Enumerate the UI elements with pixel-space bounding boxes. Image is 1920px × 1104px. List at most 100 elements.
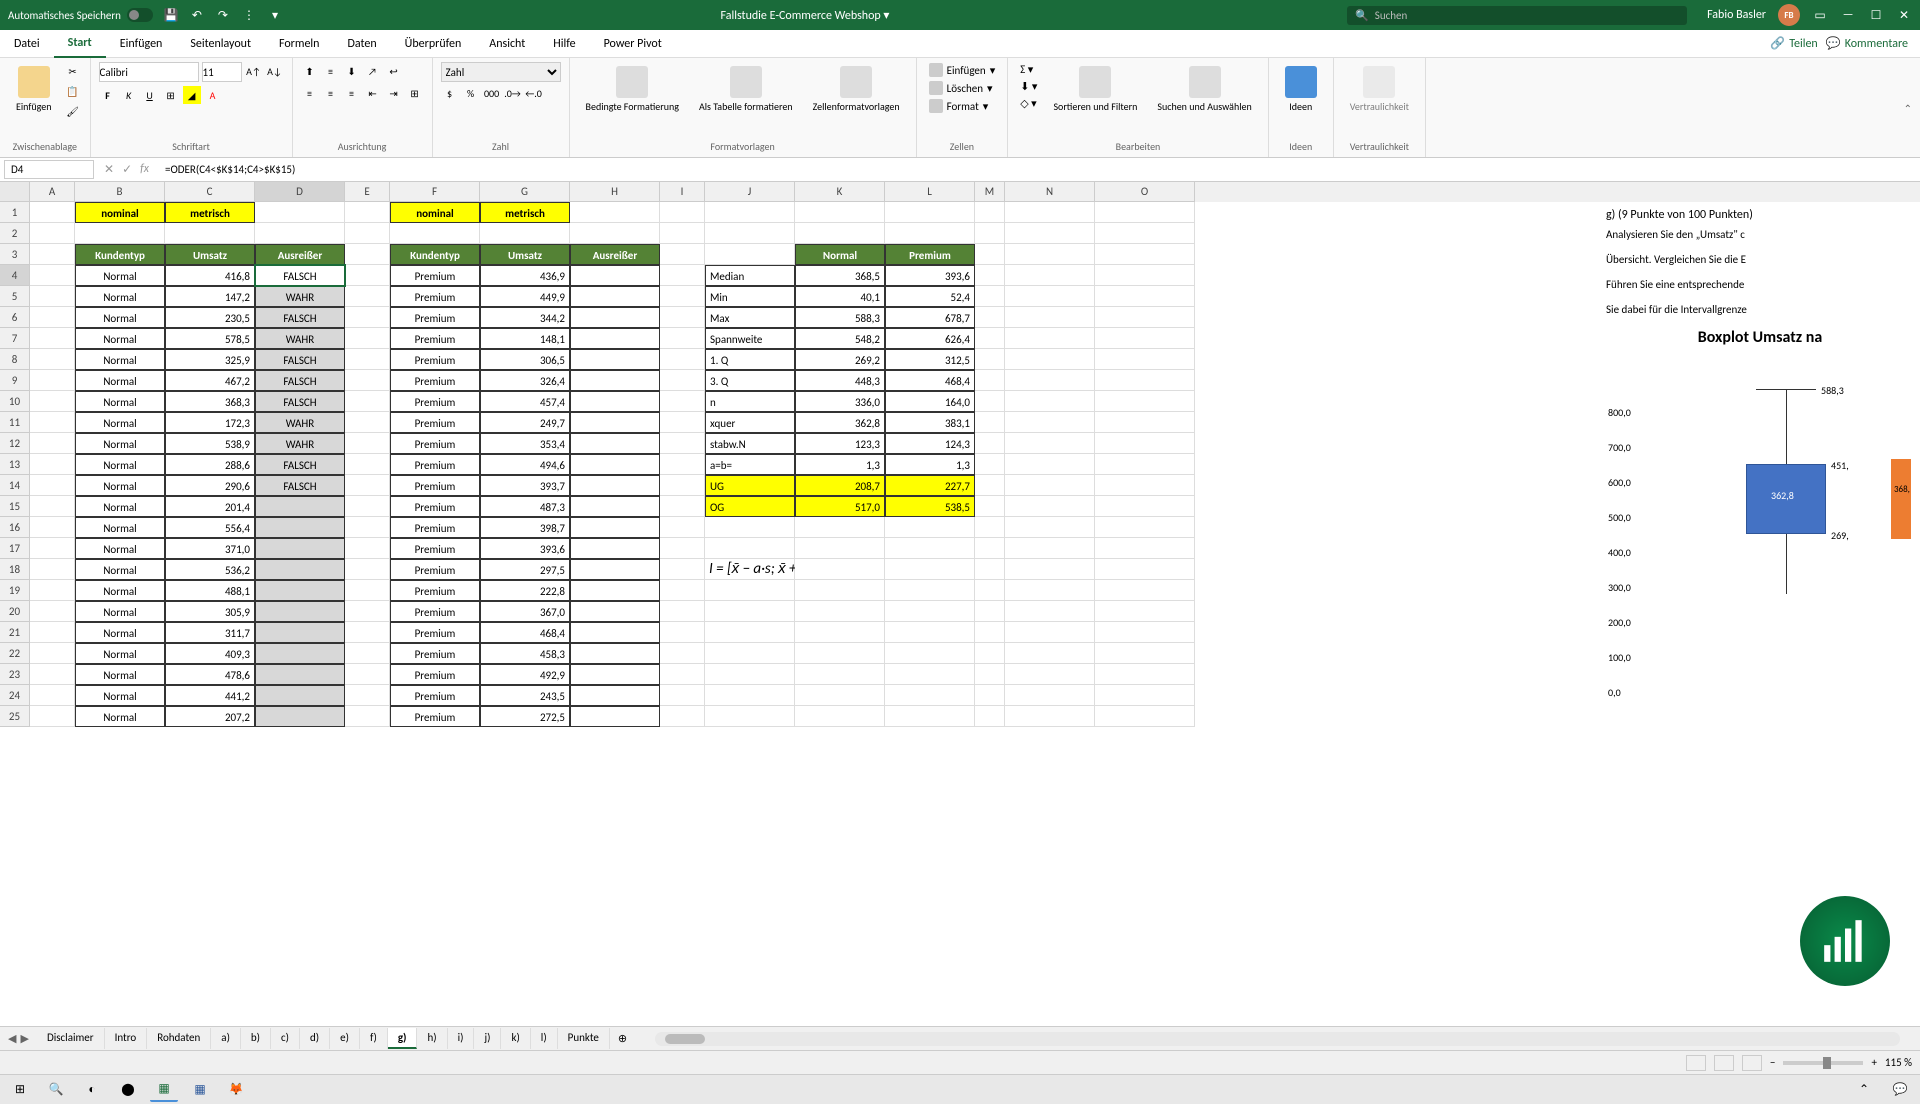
cell[interactable] bbox=[1095, 244, 1195, 265]
cell[interactable] bbox=[1095, 580, 1195, 601]
column-header[interactable]: J bbox=[705, 182, 795, 202]
cell[interactable]: Spannweite bbox=[705, 328, 795, 349]
cell[interactable] bbox=[975, 433, 1005, 454]
column-header[interactable]: G bbox=[480, 182, 570, 202]
cell[interactable]: 124,3 bbox=[885, 433, 975, 454]
decrease-font-icon[interactable]: A↓ bbox=[266, 62, 284, 80]
tray-chevron-icon[interactable]: ⌃ bbox=[1850, 1078, 1878, 1102]
cell[interactable]: Premium bbox=[390, 706, 480, 727]
cell[interactable] bbox=[1095, 601, 1195, 622]
page-layout-view-icon[interactable] bbox=[1714, 1055, 1734, 1071]
align-right-icon[interactable]: ≡ bbox=[343, 84, 361, 102]
cell[interactable]: 548,2 bbox=[795, 328, 885, 349]
cell[interactable] bbox=[975, 202, 1005, 223]
cell[interactable] bbox=[885, 538, 975, 559]
cell[interactable]: FALSCH bbox=[255, 349, 345, 370]
cell[interactable] bbox=[255, 517, 345, 538]
zoom-out-icon[interactable]: − bbox=[1770, 1056, 1775, 1069]
cell[interactable] bbox=[660, 349, 705, 370]
cell[interactable] bbox=[570, 286, 660, 307]
cell[interactable] bbox=[570, 559, 660, 580]
cell[interactable] bbox=[660, 664, 705, 685]
row-header[interactable]: 21 bbox=[0, 622, 30, 643]
cell[interactable] bbox=[570, 223, 660, 244]
undo-icon[interactable]: ↶ bbox=[189, 7, 205, 23]
row-header[interactable]: 4 bbox=[0, 265, 30, 286]
obs-icon[interactable]: ⬤ bbox=[114, 1078, 142, 1102]
cell[interactable] bbox=[795, 517, 885, 538]
normal-view-icon[interactable] bbox=[1686, 1055, 1706, 1071]
cell[interactable] bbox=[1005, 349, 1095, 370]
maximize-icon[interactable]: ☐ bbox=[1868, 7, 1884, 23]
sort-filter-button[interactable]: Sortieren und Filtern bbox=[1045, 62, 1145, 117]
cell[interactable]: Premium bbox=[390, 601, 480, 622]
cell[interactable]: metrisch bbox=[165, 202, 255, 223]
cell[interactable] bbox=[1095, 517, 1195, 538]
cell[interactable]: a=b= bbox=[705, 454, 795, 475]
cell[interactable]: Normal bbox=[75, 706, 165, 727]
cell[interactable] bbox=[570, 517, 660, 538]
cell[interactable] bbox=[345, 391, 390, 412]
column-header[interactable]: L bbox=[885, 182, 975, 202]
cell[interactable] bbox=[570, 685, 660, 706]
cell[interactable] bbox=[975, 223, 1005, 244]
cell[interactable] bbox=[975, 328, 1005, 349]
cell[interactable] bbox=[1095, 286, 1195, 307]
cell[interactable] bbox=[255, 622, 345, 643]
cell[interactable]: 306,5 bbox=[480, 349, 570, 370]
cell[interactable]: Normal bbox=[75, 328, 165, 349]
cell[interactable] bbox=[30, 223, 75, 244]
row-header[interactable]: 15 bbox=[0, 496, 30, 517]
cell[interactable] bbox=[705, 643, 795, 664]
cell[interactable] bbox=[1005, 328, 1095, 349]
cell[interactable]: 538,9 bbox=[165, 433, 255, 454]
cell[interactable] bbox=[795, 223, 885, 244]
cell[interactable] bbox=[1005, 265, 1095, 286]
cell[interactable] bbox=[975, 286, 1005, 307]
cell[interactable]: 40,1 bbox=[795, 286, 885, 307]
cell[interactable] bbox=[975, 706, 1005, 727]
cell[interactable]: Normal bbox=[75, 433, 165, 454]
cell[interactable]: Normal bbox=[75, 475, 165, 496]
cell[interactable]: Normal bbox=[75, 538, 165, 559]
cell[interactable]: Premium bbox=[390, 412, 480, 433]
cell[interactable]: Normal bbox=[75, 601, 165, 622]
cell[interactable] bbox=[660, 391, 705, 412]
column-header[interactable]: M bbox=[975, 182, 1005, 202]
cell[interactable]: 305,9 bbox=[165, 601, 255, 622]
format-painter-icon[interactable]: 🖌 bbox=[64, 102, 82, 120]
cell[interactable] bbox=[30, 517, 75, 538]
user-name[interactable]: Fabio Basler bbox=[1707, 8, 1766, 22]
sheet-tab[interactable]: a) bbox=[211, 1028, 241, 1049]
cell[interactable] bbox=[1005, 517, 1095, 538]
cell[interactable]: 538,5 bbox=[885, 496, 975, 517]
cell[interactable]: 164,0 bbox=[885, 391, 975, 412]
cell[interactable]: Normal bbox=[75, 664, 165, 685]
cell[interactable]: 467,2 bbox=[165, 370, 255, 391]
tab-pagelayout[interactable]: Seitenlayout bbox=[176, 31, 265, 57]
cell[interactable] bbox=[570, 307, 660, 328]
search-input[interactable]: 🔍 Suchen bbox=[1347, 6, 1687, 25]
cell[interactable] bbox=[975, 538, 1005, 559]
cell[interactable] bbox=[660, 286, 705, 307]
toggle-switch[interactable] bbox=[127, 8, 153, 22]
cell[interactable]: Normal bbox=[75, 517, 165, 538]
column-header[interactable]: B bbox=[75, 182, 165, 202]
minimize-icon[interactable]: — bbox=[1840, 7, 1856, 23]
sheet-tab[interactable]: j) bbox=[474, 1028, 501, 1049]
cell[interactable]: 208,7 bbox=[795, 475, 885, 496]
cell[interactable] bbox=[30, 412, 75, 433]
cell[interactable] bbox=[1095, 391, 1195, 412]
cell[interactable] bbox=[660, 244, 705, 265]
cell[interactable] bbox=[1005, 643, 1095, 664]
cell[interactable] bbox=[390, 223, 480, 244]
cell[interactable] bbox=[345, 685, 390, 706]
cell[interactable]: 678,7 bbox=[885, 307, 975, 328]
cell[interactable] bbox=[30, 307, 75, 328]
cell[interactable]: 393,6 bbox=[885, 265, 975, 286]
cell[interactable]: 488,1 bbox=[165, 580, 255, 601]
cell[interactable]: 227,7 bbox=[885, 475, 975, 496]
cell[interactable]: Normal bbox=[75, 685, 165, 706]
cell[interactable] bbox=[1005, 622, 1095, 643]
cell[interactable]: 398,7 bbox=[480, 517, 570, 538]
